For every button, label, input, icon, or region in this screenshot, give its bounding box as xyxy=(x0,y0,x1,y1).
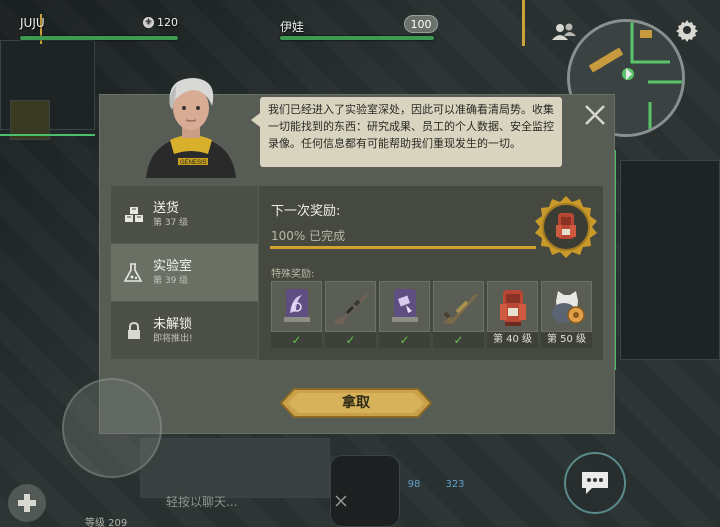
reward-status: ✓ xyxy=(325,332,376,348)
progress-text: 100% 已完成 xyxy=(271,229,346,243)
special-reward-label: 特殊奖励: xyxy=(271,269,315,280)
companion-health-pill: 100 xyxy=(404,15,438,33)
next-reward-title: 下一次奖励: xyxy=(271,204,341,219)
reward-item[interactable]: ✓ xyxy=(271,281,322,348)
reward-item[interactable]: ✓ xyxy=(325,281,376,348)
progress-bar xyxy=(270,246,536,249)
companion-name: 伊娃 xyxy=(280,20,305,34)
sidebar-item-locked[interactable]: 未解锁 即将推出! xyxy=(111,302,258,359)
reward-status: ✓ xyxy=(379,332,430,348)
reward-level-label: 第 40 级 xyxy=(487,332,538,348)
category-sidebar: 送货 第 37 级 实验室 第 39 级 未解锁 即将推出! xyxy=(111,186,258,360)
gear-icon[interactable] xyxy=(674,17,700,43)
backpack-icon xyxy=(487,281,538,332)
counter-left: 98 xyxy=(407,478,421,490)
expand-icon[interactable] xyxy=(334,494,348,508)
player-level: 等级 209 xyxy=(85,518,128,527)
reward-item[interactable]: ✓ xyxy=(433,281,484,348)
character-portrait: GENESIS xyxy=(136,70,246,178)
sidebar-item-level: 第 39 级 xyxy=(153,275,189,286)
companion-health-bar xyxy=(280,36,434,40)
svg-text:GENESIS: GENESIS xyxy=(180,160,207,166)
progress-bar-fill xyxy=(270,246,536,249)
sidebar-item-level: 即将推出! xyxy=(153,333,193,344)
shotgun-icon xyxy=(433,281,484,332)
sidebar-item-level: 第 37 级 xyxy=(153,217,189,228)
next-reward-badge[interactable] xyxy=(534,195,598,259)
sidebar-item-delivery[interactable]: 送货 第 37 级 xyxy=(111,186,258,243)
claim-button-label: 拿取 xyxy=(342,395,370,411)
reward-item[interactable]: ✓ xyxy=(379,281,430,348)
reward-item[interactable]: 第 50 级 xyxy=(541,281,592,348)
health-plus-icon: + xyxy=(143,17,154,28)
dpad-icon[interactable] xyxy=(8,484,46,522)
sidebar-item-label: 未解锁 xyxy=(153,316,193,332)
flask-icon xyxy=(119,262,149,283)
armor-vest-icon xyxy=(541,281,592,332)
sidebar-item-label: 实验室 xyxy=(153,258,193,274)
sidebar-item-laboratory[interactable]: 实验室 第 39 级 xyxy=(111,244,258,301)
claim-button[interactable]: 拿取 xyxy=(280,388,432,418)
player-health-value: 120 xyxy=(157,16,178,29)
movement-joystick[interactable] xyxy=(62,378,162,478)
friends-icon[interactable] xyxy=(550,20,578,44)
reward-status: ✓ xyxy=(433,332,484,348)
chat-bubble-icon[interactable] xyxy=(564,452,626,514)
player-health: + 120 xyxy=(143,16,178,29)
research-card-icon xyxy=(271,281,322,332)
reward-status: ✓ xyxy=(271,332,322,348)
player-health-bar xyxy=(20,36,178,40)
sidebar-item-label: 送货 xyxy=(153,200,180,216)
speech-bubble: 我们已经进入了实验室深处，因此可以准确看清局势。收集一切能找到的东西：研究成果、… xyxy=(251,97,562,167)
boxes-icon xyxy=(119,206,149,224)
counter-right: 323 xyxy=(445,478,465,490)
reward-item[interactable]: 第 40 级 xyxy=(487,281,538,348)
player-name: JUJU xyxy=(20,16,45,30)
lock-icon xyxy=(119,321,149,340)
close-icon[interactable] xyxy=(580,100,610,130)
chat-input[interactable]: 轻按以聊天... xyxy=(160,491,350,513)
research-card-icon xyxy=(379,281,430,332)
rifle-icon xyxy=(325,281,376,332)
reward-level-label: 第 50 级 xyxy=(541,332,592,348)
